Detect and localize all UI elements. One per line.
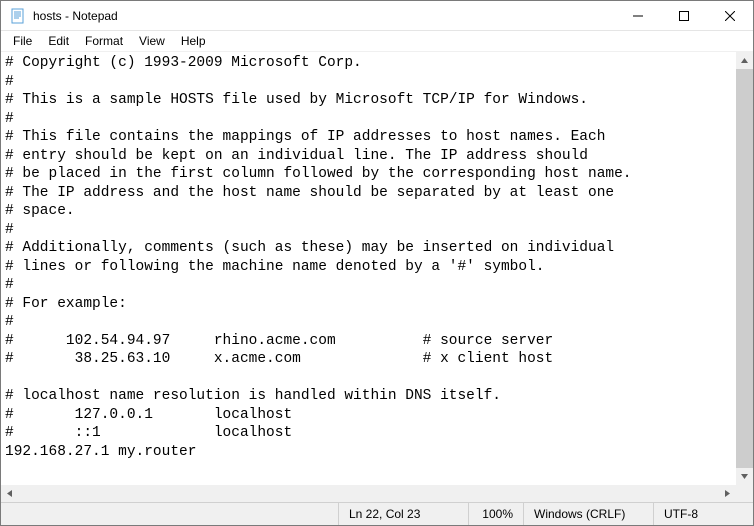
menu-format[interactable]: Format <box>77 33 131 49</box>
close-button[interactable] <box>707 1 753 31</box>
statusbar: Ln 22, Col 23 100% Windows (CRLF) UTF-8 <box>1 502 753 525</box>
scroll-left-button[interactable] <box>1 485 18 502</box>
titlebar[interactable]: hosts - Notepad <box>1 1 753 31</box>
menu-view[interactable]: View <box>131 33 173 49</box>
scroll-right-button[interactable] <box>719 485 736 502</box>
statusbar-spacer <box>1 503 338 525</box>
scroll-down-button[interactable] <box>736 468 753 485</box>
minimize-button[interactable] <box>615 1 661 31</box>
menubar: File Edit Format View Help <box>1 31 753 51</box>
editor-area: # Copyright (c) 1993-2009 Microsoft Corp… <box>1 51 753 502</box>
vertical-scroll-thumb[interactable] <box>736 69 753 468</box>
status-position: Ln 22, Col 23 <box>338 503 468 525</box>
text-content[interactable]: # Copyright (c) 1993-2009 Microsoft Corp… <box>1 52 736 485</box>
window-title: hosts - Notepad <box>33 9 615 23</box>
status-lineending: Windows (CRLF) <box>523 503 653 525</box>
horizontal-scrollbar[interactable] <box>1 485 736 502</box>
notepad-window: hosts - Notepad File Edit Format View He… <box>0 0 754 526</box>
menu-help[interactable]: Help <box>173 33 214 49</box>
status-zoom: 100% <box>468 503 523 525</box>
app-icon <box>9 7 27 25</box>
scroll-up-button[interactable] <box>736 52 753 69</box>
horizontal-scroll-track[interactable] <box>18 485 719 502</box>
menu-file[interactable]: File <box>5 33 40 49</box>
maximize-button[interactable] <box>661 1 707 31</box>
menu-edit[interactable]: Edit <box>40 33 77 49</box>
status-encoding: UTF-8 <box>653 503 753 525</box>
scroll-corner <box>736 485 753 502</box>
vertical-scroll-track[interactable] <box>736 69 753 468</box>
vertical-scrollbar[interactable] <box>736 52 753 485</box>
